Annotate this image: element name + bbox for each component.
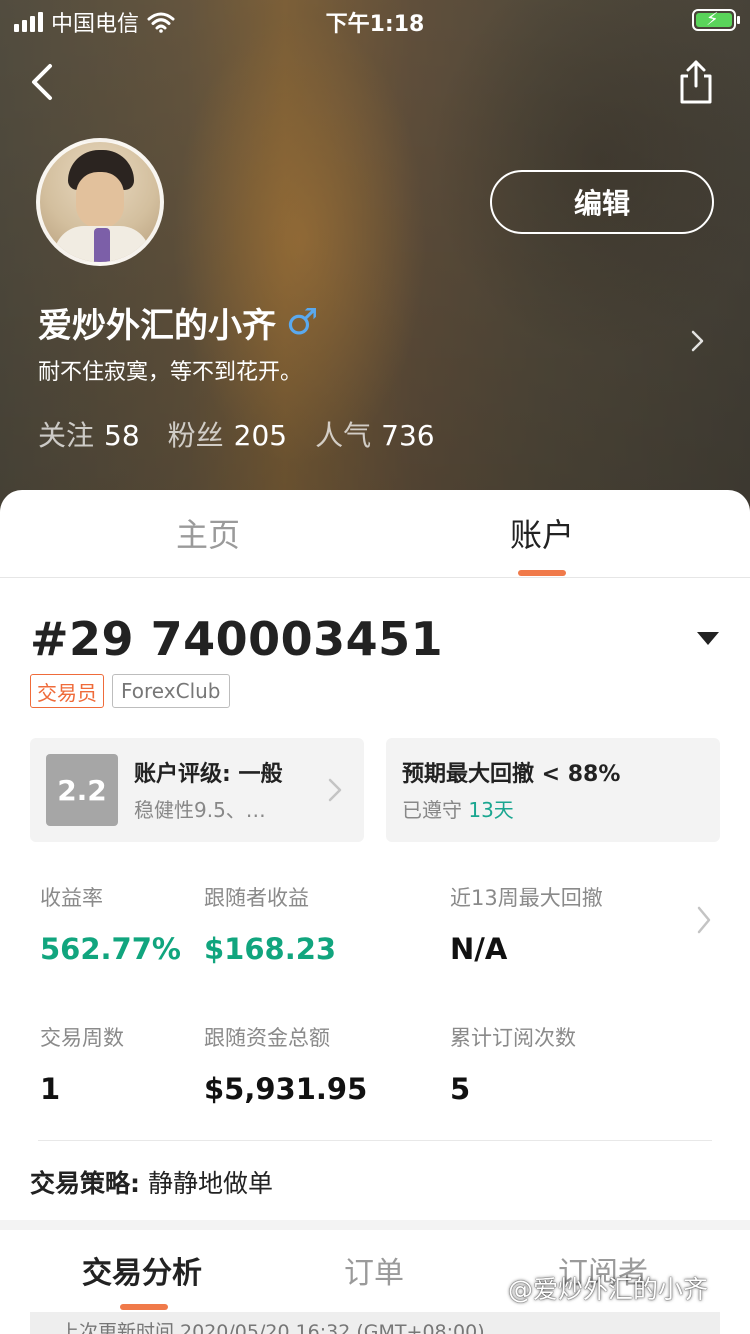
- trader-badge: 交易员: [30, 674, 104, 708]
- back-icon[interactable]: [24, 60, 64, 104]
- following-label[interactable]: 关注: [38, 414, 94, 454]
- popularity-count: 736: [381, 419, 435, 452]
- chevron-right-icon: [328, 778, 342, 802]
- rating-subtitle: 稳健性9.5、…: [134, 798, 266, 822]
- tab-trade-analysis[interactable]: 交易分析: [82, 1248, 202, 1292]
- clock: 下午1:18: [325, 12, 425, 37]
- drawdown-compliance: 已遵守 13天: [402, 794, 514, 823]
- followers-label[interactable]: 粉丝: [168, 414, 224, 454]
- metric-value-return-rate: 562.77%: [40, 932, 181, 966]
- profile-tabs: 主页 账户: [0, 490, 750, 578]
- chevron-right-icon[interactable]: [694, 904, 714, 936]
- profile-bio: 耐不住寂寞，等不到花开。: [38, 360, 303, 385]
- watermark: @爱炒外汇的小齐: [508, 1275, 709, 1304]
- rating-score: 2.2: [46, 754, 118, 826]
- metric-value-total-subscriptions: 5: [450, 1072, 471, 1106]
- metric-label-follower-profit: 跟随者收益: [204, 886, 309, 910]
- rating-title: 账户评级: 一般: [134, 762, 283, 787]
- metric-label-return-rate: 收益率: [40, 886, 103, 910]
- divider: [38, 1140, 712, 1141]
- chevron-right-icon[interactable]: [688, 328, 708, 354]
- profile-header: 中国电信 下午1:18 ⚡ 编辑 爱炒外汇的小齐 ♂ 耐不住寂寞，等不到花开。: [0, 0, 750, 520]
- share-icon[interactable]: [674, 58, 718, 106]
- broker-badge: ForexClub: [112, 674, 230, 708]
- metric-value-max-drawdown-13w: N/A: [450, 932, 508, 966]
- metric-value-follower-profit: $168.23: [204, 932, 337, 966]
- tab-home[interactable]: 主页: [176, 510, 240, 556]
- metric-label-follow-funds: 跟随资金总额: [204, 1026, 330, 1050]
- last-update-time: 上次更新时间 2020/05/20 16:32 (GMT+08:00): [30, 1312, 720, 1334]
- battery-icon: ⚡: [692, 9, 740, 31]
- metric-label-total-subscriptions: 累计订阅次数: [450, 1026, 576, 1050]
- profile-stats: 关注 58 粉丝 205 人气 736: [38, 414, 453, 454]
- following-count[interactable]: 58: [104, 419, 140, 452]
- account-card: 主页 账户 #29 740003451 交易员 ForexClub 2.2 账户…: [0, 490, 750, 1334]
- active-subtab-indicator: [120, 1304, 168, 1310]
- account-tags: 交易员 ForexClub: [30, 674, 230, 708]
- section-separator: [0, 1220, 750, 1230]
- metric-label-trading-weeks: 交易周数: [40, 1026, 124, 1050]
- account-rating-panel[interactable]: 2.2 账户评级: 一般 稳健性9.5、…: [30, 738, 364, 842]
- account-number: #29 740003451: [30, 612, 444, 666]
- metric-value-follow-funds: $5,931.95: [204, 1072, 368, 1106]
- username[interactable]: 爱炒外汇的小齐 ♂: [38, 298, 318, 347]
- popularity-label: 人气: [315, 419, 372, 452]
- strategy-label: 交易策略:: [30, 1169, 140, 1198]
- followers-count[interactable]: 205: [234, 419, 287, 452]
- metric-label-max-drawdown-13w: 近13周最大回撤: [450, 886, 603, 910]
- metric-value-trading-weeks: 1: [40, 1072, 61, 1106]
- active-tab-indicator: [518, 570, 566, 576]
- tab-account[interactable]: 账户: [510, 510, 574, 556]
- male-gender-icon: ♂: [286, 302, 319, 343]
- strategy-value: 静静地做单: [147, 1169, 273, 1198]
- username-text: 爱炒外汇的小齐: [38, 306, 276, 346]
- tab-orders[interactable]: 订单: [344, 1248, 404, 1292]
- drawdown-sub-prefix: 已遵守: [402, 798, 462, 822]
- drawdown-days: 13天: [468, 798, 514, 822]
- trading-strategy: 交易策略: 静静地做单: [30, 1164, 273, 1200]
- avatar[interactable]: [36, 138, 164, 266]
- status-bar: 中国电信 下午1:18 ⚡: [0, 0, 750, 40]
- drawdown-title: 预期最大回撤 < 88%: [402, 762, 621, 787]
- edit-profile-button[interactable]: 编辑: [490, 170, 714, 234]
- caret-down-icon[interactable]: [696, 630, 720, 646]
- max-drawdown-panel[interactable]: 预期最大回撤 < 88% 已遵守 13天: [386, 738, 720, 842]
